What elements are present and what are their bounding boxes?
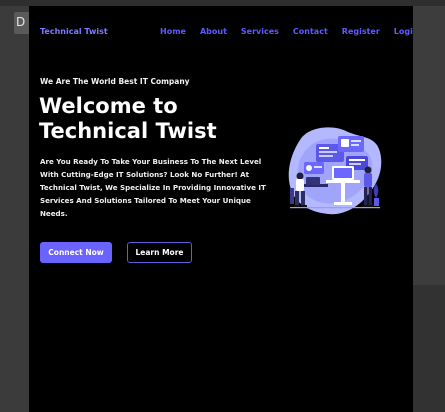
navbar: Technical Twist Home About Services Cont… <box>29 27 413 41</box>
nav-link-register[interactable]: Register <box>342 27 380 36</box>
nav-link-home[interactable]: Home <box>160 27 186 36</box>
right-panel-lower <box>413 285 445 412</box>
hero-description: Are You Ready To Take Your Business To T… <box>40 157 266 218</box>
nav-link-services[interactable]: Services <box>241 27 279 36</box>
nav-link-contact[interactable]: Contact <box>293 27 328 36</box>
nav-link-login[interactable]: Login <box>394 27 413 36</box>
background-tab-label: D <box>16 15 26 29</box>
it-team-illustration <box>288 127 382 215</box>
hero-headline-line1: Welcome to <box>39 94 178 118</box>
website-page: Technical Twist Home About Services Cont… <box>29 6 413 412</box>
hero-tagline: We Are The World Best IT Company <box>40 77 190 86</box>
brand-logo[interactable]: Technical Twist <box>40 27 108 36</box>
nav-links: Home About Services Contact Register Log… <box>160 27 413 36</box>
hero-headline: Welcome to Technical Twist <box>39 94 269 144</box>
connect-now-button[interactable]: Connect Now <box>40 242 112 263</box>
nav-link-about[interactable]: About <box>200 27 227 36</box>
right-panel-upper <box>413 6 445 285</box>
hero-headline-line2: Technical Twist <box>39 119 217 143</box>
learn-more-button[interactable]: Learn More <box>127 242 192 263</box>
